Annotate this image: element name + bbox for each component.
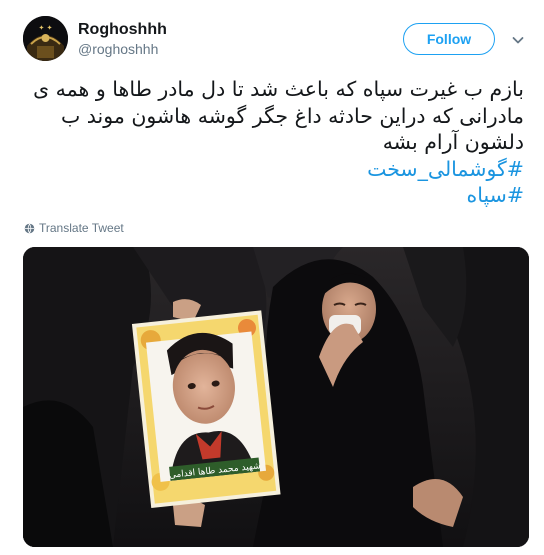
hashtag-link[interactable]: #سپاه	[20, 182, 524, 209]
tweet-text: بازم ب غیرت سپاه که باعث شد تا دل مادر ط…	[20, 76, 524, 209]
avatar-image: ✦ ✦	[23, 16, 68, 61]
tweet-text-line: دلشون آرام بشه	[382, 130, 524, 154]
tweet-photo[interactable]: شهید محمد طاها اقدامی	[23, 247, 529, 547]
photo-image: شهید محمد طاها اقدامی	[23, 247, 529, 547]
globe-icon	[24, 223, 35, 233]
tweet-text-line: مادرانی که دراین حادثه داغ جگر گوشه هاشو…	[60, 103, 524, 128]
author-display-name[interactable]: Roghoshhh	[78, 21, 167, 39]
hashtag-link[interactable]: #گوشمالی_سخت	[20, 156, 524, 183]
tweet-text-line: بازم ب غیرت سپاه که باعث شد تا دل مادر ط…	[33, 77, 524, 101]
svg-text:✦ ✦: ✦ ✦	[39, 24, 53, 32]
avatar[interactable]: ✦ ✦	[23, 16, 68, 61]
tweet-card: ✦ ✦ Roghoshhh @roghoshhh Follow بازم ب غ…	[0, 0, 544, 555]
author-handle[interactable]: @roghoshhh	[78, 41, 158, 57]
chevron-down-icon[interactable]	[510, 32, 526, 48]
translate-tweet-link[interactable]: Translate Tweet	[24, 221, 124, 235]
follow-button[interactable]: Follow	[403, 23, 495, 55]
translate-label: Translate Tweet	[39, 221, 124, 235]
